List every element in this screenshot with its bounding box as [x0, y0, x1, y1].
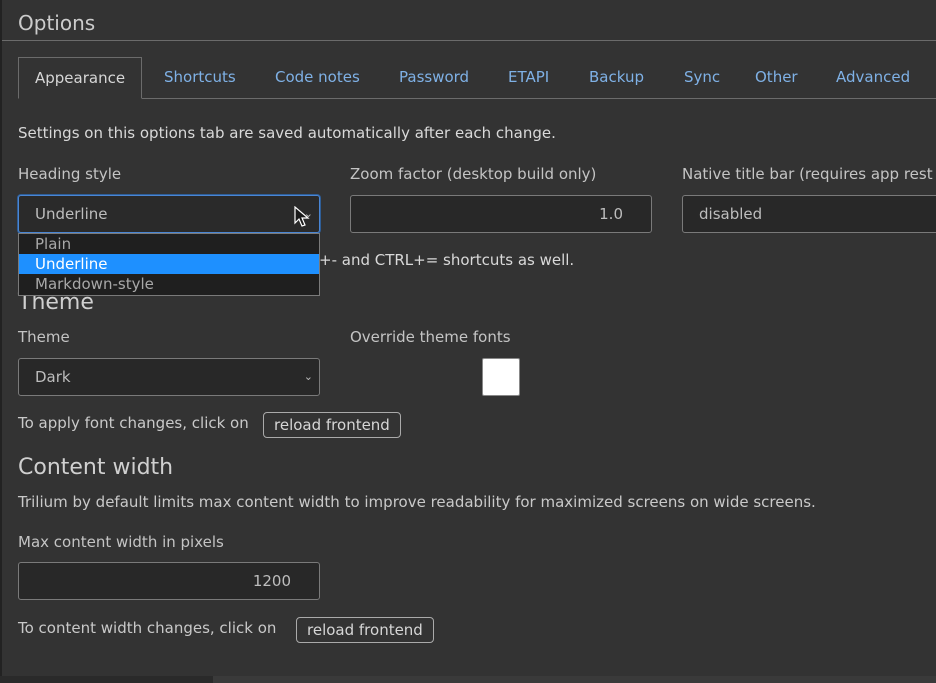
tabs-divider [18, 98, 936, 99]
tab-backup[interactable]: Backup [589, 57, 644, 99]
tab-other[interactable]: Other [755, 57, 798, 99]
option-plain[interactable]: Plain [19, 234, 319, 254]
font-apply-text: To apply font changes, click on [18, 414, 249, 432]
autosave-info: Settings on this options tab are saved a… [18, 124, 556, 142]
tab-password[interactable]: Password [399, 57, 469, 99]
zoom-factor-input[interactable]: 1.0 [350, 195, 652, 233]
bottom-bar [0, 676, 936, 683]
native-title-bar-label: Native title bar (requires app rest [682, 165, 933, 183]
tab-sync[interactable]: Sync [684, 57, 720, 99]
reload-frontend-button-2[interactable]: reload frontend [296, 617, 434, 643]
zoom-factor-label: Zoom factor (desktop build only) [350, 165, 597, 183]
options-page: Options Appearance Shortcuts Code notes … [0, 0, 936, 683]
content-width-heading: Content width [18, 455, 174, 480]
page-title: Options [18, 11, 96, 35]
override-theme-fonts-label: Override theme fonts [350, 328, 511, 346]
heading-style-select[interactable]: Underline ⌄ [18, 195, 320, 233]
theme-select[interactable]: Dark ⌄ [18, 358, 320, 396]
mouse-cursor-icon [294, 206, 310, 227]
chevron-down-icon: ⌄ [303, 370, 313, 383]
tab-appearance[interactable]: Appearance [18, 57, 143, 99]
tab-code-notes[interactable]: Code notes [275, 57, 360, 99]
override-theme-fonts-checkbox[interactable] [482, 358, 520, 396]
content-width-description: Trilium by default limits max content wi… [18, 493, 816, 511]
theme-label: Theme [18, 328, 70, 346]
option-markdown-style[interactable]: Markdown-style [19, 274, 319, 294]
heading-style-label: Heading style [18, 165, 122, 183]
zoom-hint: +- and CTRL+= shortcuts as well. [319, 251, 575, 269]
option-underline[interactable]: Underline [19, 254, 319, 274]
reload-frontend-button[interactable]: reload frontend [263, 412, 401, 438]
tab-advanced[interactable]: Advanced [836, 57, 910, 99]
theme-value: Dark [35, 368, 71, 386]
title-divider [2, 40, 936, 41]
native-title-bar-select[interactable]: disabled [682, 195, 936, 233]
max-content-width-input[interactable]: 1200 [18, 562, 320, 600]
content-width-apply-text: To content width changes, click on [18, 619, 277, 637]
left-edge [0, 0, 2, 683]
heading-style-value: Underline [35, 205, 108, 223]
tab-etapi[interactable]: ETAPI [508, 57, 549, 99]
options-tabs: Appearance Shortcuts Code notes Password… [18, 57, 936, 99]
max-content-width-label: Max content width in pixels [18, 533, 224, 551]
heading-style-dropdown: Plain Underline Markdown-style [18, 233, 320, 296]
tab-shortcuts[interactable]: Shortcuts [164, 57, 236, 99]
